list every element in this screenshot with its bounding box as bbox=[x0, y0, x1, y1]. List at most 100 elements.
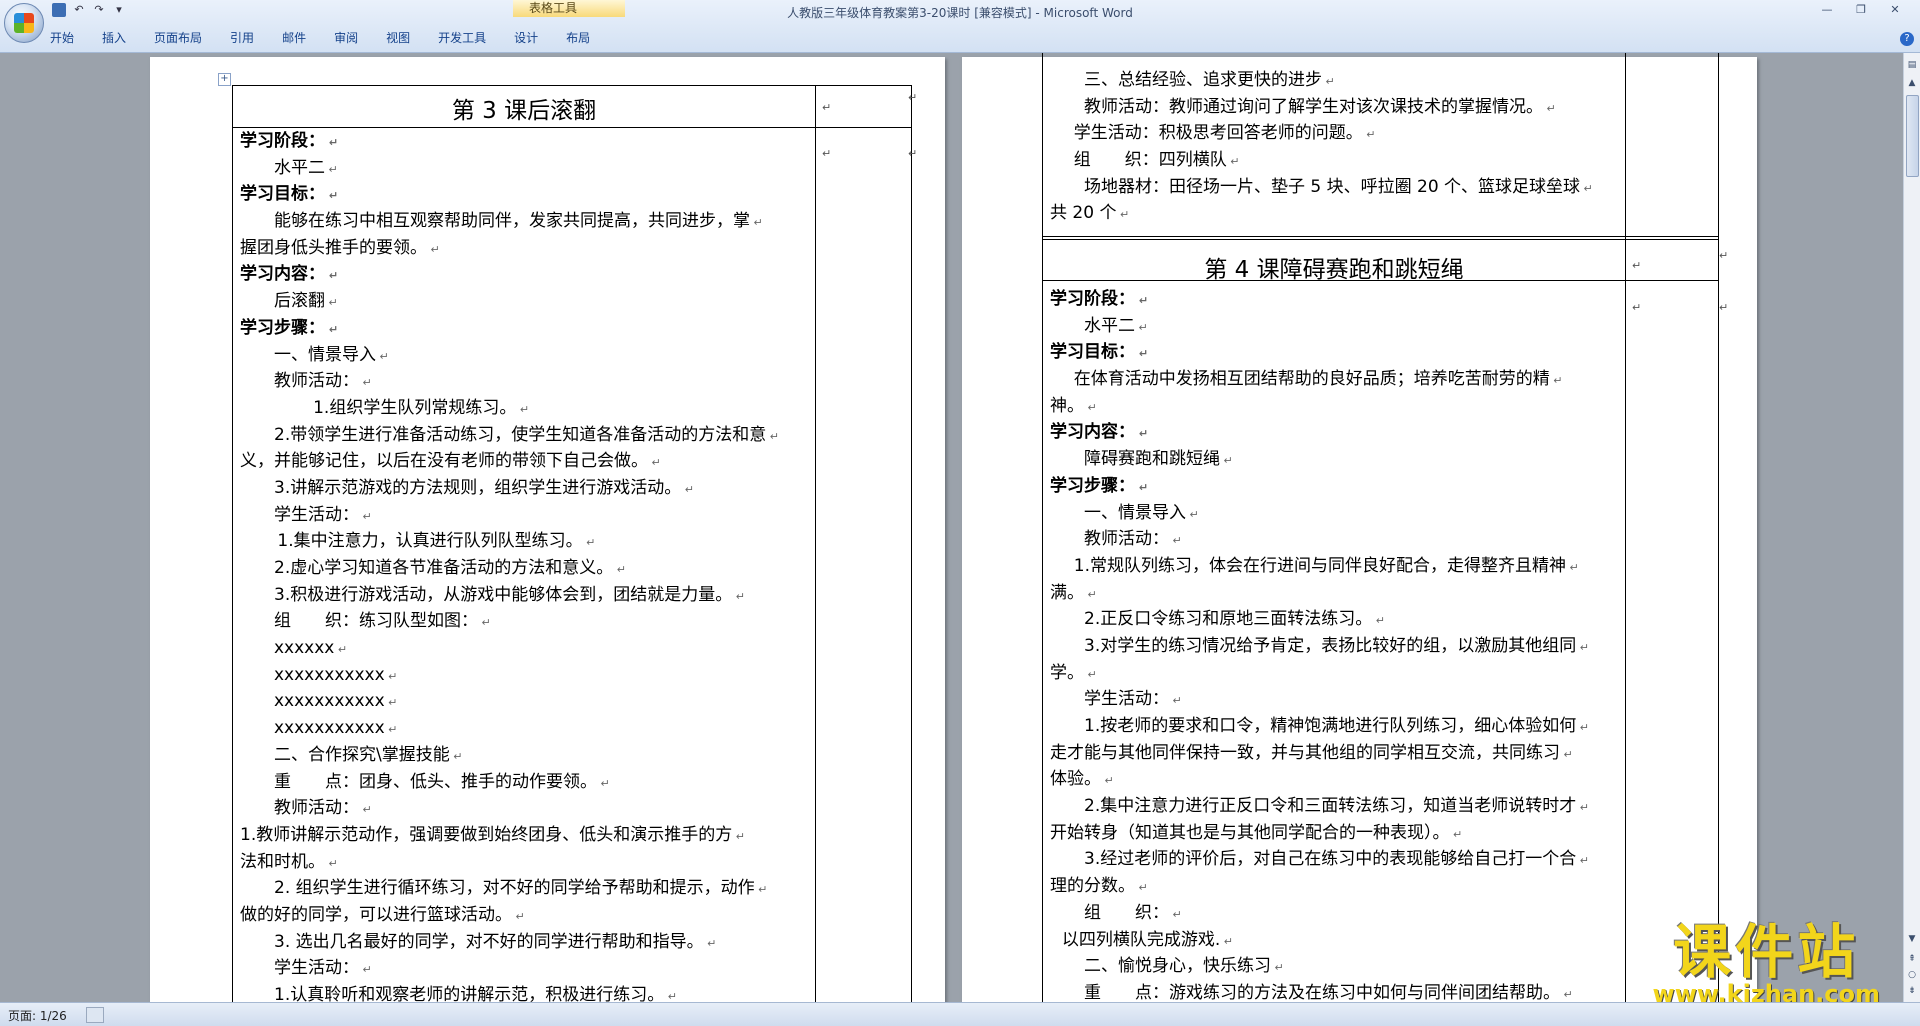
scroll-down-icon[interactable]: ▼ bbox=[1906, 933, 1918, 945]
paragraph-mark-icon: ↵ bbox=[582, 536, 596, 550]
paragraph-line: 二、合作探究\掌握技能 ↵ bbox=[240, 742, 820, 769]
ribbon-tab[interactable]: 页面布局 bbox=[154, 28, 202, 48]
paragraph-text: 障碍赛跑和跳短绳 bbox=[1084, 449, 1220, 470]
paragraph-text: 在体育活动中发扬相互团结帮助的良好品质；培养吃苦耐劳的精 bbox=[1073, 369, 1550, 390]
paragraph-mark-icon: ↵ bbox=[703, 936, 717, 950]
ribbon-tab[interactable]: 邮件 bbox=[282, 28, 306, 48]
ribbon-tab[interactable]: 插入 bbox=[102, 28, 126, 48]
paragraph-mark-icon: ↵ bbox=[359, 376, 372, 390]
paragraph-text: 教师活动： bbox=[274, 798, 359, 819]
paragraph-text: 2.集中注意力进行正反口令和三面转法练习，知道当老师说转时才 bbox=[1084, 796, 1577, 817]
paragraph-line: 3. 选出几名最好的同学，对不好的同学进行帮助和指导。 ↵ bbox=[240, 929, 820, 956]
lesson-3-body[interactable]: 学习阶段： ↵ 水平二 ↵ 学习目标： ↵ 能够在练习中相互观察帮助同伴，发家共同提高… bbox=[240, 128, 820, 1002]
paragraph-text: 学习阶段： bbox=[240, 131, 325, 151]
paragraph-text: 水平二 bbox=[274, 157, 325, 178]
paragraph-mark-icon: ↵ bbox=[1135, 347, 1149, 361]
paragraph-text: 一、情景导入 bbox=[274, 344, 376, 365]
paragraph-line: 2.带领学生进行准备活动练习，使学生知道各准备活动的方法和意 ↵ bbox=[240, 422, 820, 449]
paragraph-line: 学习步骤： ↵ bbox=[1050, 473, 1630, 500]
paragraph-line: 一、情景导入 ↵ bbox=[1050, 500, 1630, 527]
help-icon[interactable]: ? bbox=[1900, 32, 1914, 46]
paragraph-mark-icon: ↵ bbox=[1576, 721, 1589, 734]
spellcheck-icon[interactable] bbox=[86, 1007, 104, 1023]
paragraph-line: 三、总结经验、追求更快的进步 ↵ bbox=[1050, 67, 1630, 94]
paragraph-text: 教师活动： bbox=[1084, 529, 1169, 550]
paragraph-line: 学习阶段： ↵ bbox=[240, 128, 820, 155]
paragraph-line: 2.正反口令练习和原地三面转法练习。 ↵ bbox=[1050, 606, 1630, 633]
previous-page-icon[interactable]: ⇞ bbox=[1906, 953, 1918, 965]
paragraph-text: 学习步骤： bbox=[1050, 475, 1135, 496]
scroll-up-icon[interactable]: ▲ bbox=[1906, 77, 1918, 89]
paragraph-line: 二、愉悦身心，快乐练习 ↵ bbox=[1050, 953, 1630, 980]
paragraph-line: 学生活动：积极思考回答老师的问题。 ↵ bbox=[1050, 120, 1630, 147]
paragraph-text: 1.集中注意力，认真进行队列队型练习。 bbox=[277, 531, 583, 552]
lesson-4-body[interactable]: 学习阶段： ↵ 水平二 ↵ 学习目标： ↵ 在体育活动中发扬相互团结帮助的良好品质；培… bbox=[1050, 286, 1630, 1002]
paragraph-mark-icon: ↵ bbox=[427, 242, 440, 256]
paragraph-line: 后滚翻 ↵ bbox=[240, 288, 820, 315]
ribbon-tab[interactable]: 布局 bbox=[566, 28, 590, 48]
title-bar: ↶ ↷ ▾ 表格工具 人教版三年级体育教案第3-20课时 [兼容模式] - Mi… bbox=[0, 0, 1920, 53]
paragraph-mark-icon: ↵ bbox=[325, 136, 339, 149]
paragraph-line: 水平二 ↵ bbox=[240, 155, 820, 182]
paragraph-line: 学生活动： ↵ bbox=[1050, 686, 1630, 713]
maximize-icon[interactable]: ❐ bbox=[1844, 2, 1878, 18]
ruler-toggle-icon[interactable]: ▤ bbox=[1906, 59, 1918, 71]
paragraph-mark-icon: ↵ bbox=[325, 189, 339, 203]
page-indicator[interactable]: 页面: 1/26 bbox=[8, 1007, 67, 1024]
paragraph-text: 一、情景导入 bbox=[1084, 502, 1186, 523]
watermark-url: www.kjzhan.com bbox=[1652, 980, 1880, 1002]
table-move-handle-icon[interactable]: + bbox=[218, 73, 231, 86]
paragraph-mark-icon: ↵ bbox=[359, 963, 372, 977]
paragraph-mark-icon: ↵ bbox=[732, 829, 745, 843]
paragraph-line: xxxxxxxxxxx ↵ bbox=[240, 688, 820, 715]
ribbon-tab[interactable]: 设计 bbox=[514, 28, 538, 48]
paragraph-text: xxxxxx bbox=[274, 638, 335, 659]
ribbon-tab[interactable]: 视图 bbox=[386, 28, 410, 48]
vertical-scrollbar[interactable]: ▤ ▲ ▼ ⇞ ○ ⇟ bbox=[1903, 53, 1920, 1002]
paragraph-text: 3.积极进行游戏活动，从游戏中能够体会到，团结就是力量。 bbox=[274, 584, 733, 605]
paragraph-mark-icon: ↵ bbox=[613, 563, 626, 576]
ribbon-tab[interactable]: 引用 bbox=[230, 28, 254, 48]
ribbon-tab[interactable]: 审阅 bbox=[334, 28, 358, 48]
paragraph-text: 开始转身（知道其也是与其他同学配合的一种表现）。 bbox=[1050, 822, 1450, 843]
paragraph-text: 1.常规队列练习，体会在行进间与同伴良好配合，走得整齐且精神 bbox=[1073, 555, 1567, 576]
paragraph-text: xxxxxxxxxxx bbox=[274, 691, 385, 712]
paragraph-mark-icon: ↵ bbox=[1362, 128, 1376, 142]
paragraph-line: 学习目标： ↵ bbox=[240, 181, 820, 208]
paragraph-text: 二、合作探究\掌握技能 bbox=[274, 744, 450, 765]
paragraph-mark-icon: ↵ bbox=[359, 509, 372, 523]
paragraph-line: 学生活动： ↵ bbox=[240, 955, 820, 982]
ribbon-tab[interactable]: 开始 bbox=[50, 28, 74, 48]
paragraph-mark-icon: ↵ bbox=[1135, 294, 1149, 307]
lesson-4-title: 第 4 课障碍赛跑和跳短绳 bbox=[1204, 257, 1464, 283]
paragraph-line: 理的分数。 ↵ bbox=[1050, 873, 1630, 900]
paragraph-text: 3. 选出几名最好的同学，对不好的同学进行帮助和指导。 bbox=[274, 931, 704, 952]
paragraph-mark-icon: ↵ bbox=[1169, 534, 1182, 548]
paragraph-line: 1.教师讲解示范动作，强调要做到始终团身、低头和演示推手的方 ↵ bbox=[240, 822, 820, 849]
browse-object-icon[interactable]: ○ bbox=[1906, 969, 1918, 981]
paragraph-mark-icon: ↵ bbox=[325, 162, 338, 176]
next-page-icon[interactable]: ⇟ bbox=[1906, 985, 1918, 997]
minimize-icon[interactable]: — bbox=[1810, 2, 1844, 18]
lesson-3-summary[interactable]: 三、总结经验、追求更快的进步 ↵ 教师活动：教师通过询问了解学生对该次课技术的掌握… bbox=[1050, 67, 1630, 227]
paragraph-line: 神。 ↵ bbox=[1050, 393, 1630, 420]
paragraph-text: 1.教师讲解示范动作，强调要做到始终团身、低头和演示推手的方 bbox=[240, 824, 733, 845]
ribbon-tab[interactable]: 开发工具 bbox=[438, 28, 486, 48]
paragraph-line: 组 织： ↵ bbox=[1050, 900, 1630, 927]
paragraph-mark-icon: ↵ bbox=[766, 429, 779, 443]
watermark: 课件站 www.kjzhan.com bbox=[1653, 921, 1880, 1002]
paragraph-line: 1.认真聆听和观察老师的讲解示范，积极进行练习。 ↵ bbox=[240, 982, 820, 1002]
ribbon-tabs: 开始 插入 页面布局 引用 邮件 审阅 视图 开发工具 设计 布局 bbox=[50, 28, 618, 48]
close-icon[interactable]: ✕ bbox=[1878, 2, 1912, 18]
paragraph-mark-icon: ↵ bbox=[1560, 987, 1573, 1001]
scroll-thumb[interactable] bbox=[1906, 95, 1919, 177]
paragraph-text: 学生活动： bbox=[1084, 689, 1169, 710]
paragraph-line: 组 织：四列横队 ↵ bbox=[1050, 147, 1630, 174]
paragraph-text: 学生活动： bbox=[274, 958, 359, 979]
paragraph-mark-icon: ↵ bbox=[1576, 854, 1589, 868]
paragraph-line: 2. 组织学生进行循环练习，对不好的同学给予帮助和提示，动作 ↵ bbox=[240, 875, 820, 902]
paragraph-text: 教师活动： bbox=[274, 371, 359, 392]
paragraph-text: 学生活动：积极思考回答老师的问题。 bbox=[1073, 123, 1363, 144]
paragraph-text: 3.讲解示范游戏的方法规则，组织学生进行游戏活动。 bbox=[274, 477, 682, 498]
paragraph-text: 1.组织学生队列常规练习。 bbox=[313, 397, 517, 418]
